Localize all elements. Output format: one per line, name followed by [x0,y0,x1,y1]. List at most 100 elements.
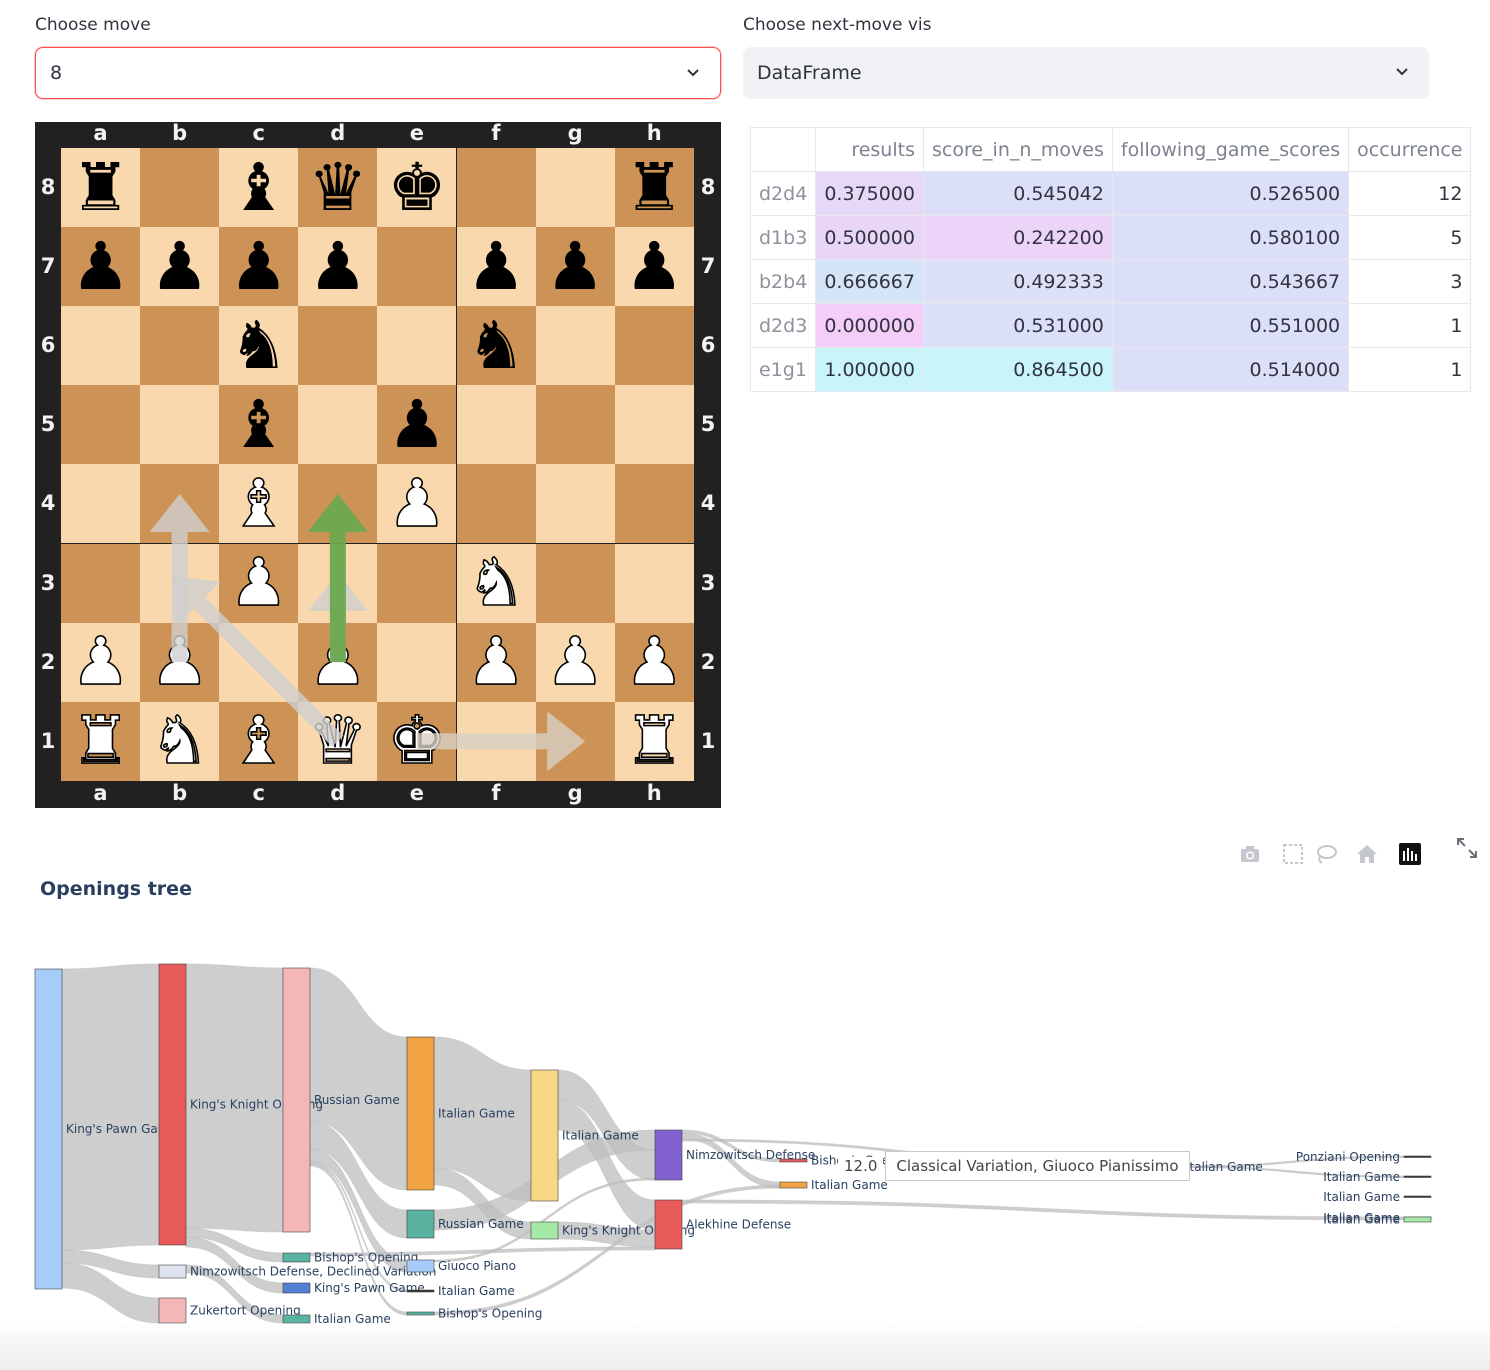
lasso-icon[interactable] [1314,842,1338,866]
sankey-node[interactable] [158,1264,187,1279]
sankey-node[interactable] [282,1282,311,1294]
white-king-icon[interactable]: ♚ [387,707,448,775]
square-c1[interactable]: ♝ [219,701,299,781]
white-pawn-icon[interactable]: ♟ [70,628,131,696]
square-c5[interactable]: ♝ [219,385,299,465]
square-g4[interactable] [535,464,615,544]
square-g5[interactable] [535,385,615,465]
square-b5[interactable] [140,385,220,465]
home-icon[interactable] [1355,842,1379,866]
square-b8[interactable] [140,148,220,228]
plotly-logo-icon[interactable] [1398,842,1422,866]
square-d6[interactable] [298,306,378,386]
square-e3[interactable] [377,543,457,623]
black-queen-icon[interactable]: ♛ [308,154,367,221]
square-a4[interactable] [61,464,141,544]
square-a8[interactable]: ♜ [61,148,141,228]
column-header-score_in_n_moves[interactable]: score_in_n_moves [922,127,1113,172]
white-bishop-icon[interactable]: ♝ [228,470,289,538]
column-header-following_game_scores[interactable]: following_game_scores [1111,127,1350,172]
square-f7[interactable]: ♟ [456,227,536,307]
camera-icon[interactable] [1238,842,1262,866]
sankey-node[interactable] [1403,1216,1432,1223]
sankey-node[interactable] [1403,1175,1432,1178]
sankey-node[interactable] [1403,1155,1432,1158]
white-queen-icon[interactable]: ♛ [307,707,368,775]
sankey-node[interactable] [1403,1195,1432,1198]
white-bishop-icon[interactable]: ♝ [228,707,289,775]
square-a3[interactable] [61,543,141,623]
square-e6[interactable] [377,306,457,386]
square-h5[interactable] [614,385,694,465]
black-knight-icon[interactable]: ♞ [229,312,288,379]
white-rook-icon[interactable]: ♜ [70,707,131,775]
square-a7[interactable]: ♟ [61,227,141,307]
white-pawn-icon[interactable]: ♟ [545,628,606,696]
square-e7[interactable] [377,227,457,307]
square-f5[interactable] [456,385,536,465]
square-d5[interactable] [298,385,378,465]
sankey-node[interactable] [282,1252,311,1263]
black-king-icon[interactable]: ♚ [387,154,446,221]
square-b6[interactable] [140,306,220,386]
square-d2[interactable]: ♟ [298,622,378,702]
column-header-results[interactable]: results [815,127,924,172]
sankey-node[interactable] [282,967,311,1233]
square-d3[interactable] [298,543,378,623]
sankey-node[interactable] [530,1069,559,1202]
square-h1[interactable]: ♜ [614,701,694,781]
black-pawn-icon[interactable]: ♟ [71,233,130,300]
square-a1[interactable]: ♜ [61,701,141,781]
sankey-node[interactable] [406,1036,435,1191]
sankey-node[interactable] [406,1209,435,1239]
square-a2[interactable]: ♟ [61,622,141,702]
black-pawn-icon[interactable]: ♟ [308,233,367,300]
sankey-node[interactable] [779,1158,808,1163]
square-h3[interactable] [614,543,694,623]
white-pawn-icon[interactable]: ♟ [624,628,685,696]
square-h4[interactable] [614,464,694,544]
square-f8[interactable] [456,148,536,228]
square-b4[interactable] [140,464,220,544]
white-pawn-icon[interactable]: ♟ [307,628,368,696]
square-d7[interactable]: ♟ [298,227,378,307]
square-a6[interactable] [61,306,141,386]
square-h6[interactable] [614,306,694,386]
box-select-icon[interactable] [1281,842,1305,866]
square-c4[interactable]: ♝ [219,464,299,544]
square-a5[interactable] [61,385,141,465]
square-c6[interactable]: ♞ [219,306,299,386]
chess-board[interactable]: ♜ ♝ ♛ ♚ ♜ ♟ ♟ ♟ ♟ ♟ ♟ ♟ ♞ ♞ ♝ ♟ ♝ ♟ ♟ ♞ ♟ ♟ ♟ ♟ ♟ ♟ ♜ ♞ ♝ ♛ ♚ ♜ [61,148,694,781]
square-h2[interactable]: ♟ [614,622,694,702]
square-g3[interactable] [535,543,615,623]
openings-sankey[interactable]: King's Pawn GameKing's Knight OpeningNim… [0,920,1490,1340]
square-b3[interactable] [140,543,220,623]
square-f4[interactable] [456,464,536,544]
square-d4[interactable] [298,464,378,544]
black-pawn-icon[interactable]: ♟ [229,233,288,300]
square-c2[interactable] [219,622,299,702]
sankey-node[interactable] [158,963,187,1246]
black-rook-icon[interactable]: ♜ [625,154,684,221]
white-pawn-icon[interactable]: ♟ [228,549,289,617]
square-g7[interactable]: ♟ [535,227,615,307]
black-pawn-icon[interactable]: ♟ [466,233,525,300]
square-e2[interactable] [377,622,457,702]
black-rook-icon[interactable]: ♜ [71,154,130,221]
white-knight-icon[interactable]: ♞ [149,707,210,775]
square-f3[interactable]: ♞ [456,543,536,623]
square-d1[interactable]: ♛ [298,701,378,781]
black-pawn-icon[interactable]: ♟ [150,233,209,300]
sankey-node[interactable] [406,1259,435,1273]
column-header-index[interactable] [749,127,817,172]
black-pawn-icon[interactable]: ♟ [387,391,446,458]
square-b2[interactable]: ♟ [140,622,220,702]
square-f2[interactable]: ♟ [456,622,536,702]
fullscreen-icon[interactable] [1455,836,1479,860]
black-pawn-icon[interactable]: ♟ [546,233,605,300]
square-e4[interactable]: ♟ [377,464,457,544]
square-e8[interactable]: ♚ [377,148,457,228]
square-f1[interactable] [456,701,536,781]
black-pawn-icon[interactable]: ♟ [625,233,684,300]
sankey-link[interactable] [61,963,160,1251]
